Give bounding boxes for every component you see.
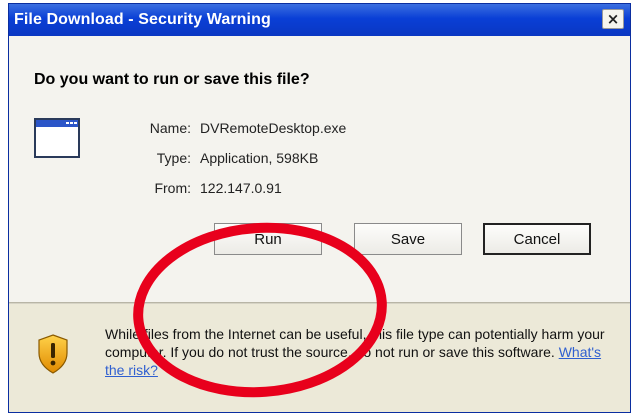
dialog-body: Do you want to run or save this file? Na…: [9, 36, 630, 302]
name-value: DVRemoteDesktop.exe: [200, 120, 347, 136]
shield-warning-icon: [38, 334, 68, 374]
run-button[interactable]: Run: [214, 223, 322, 255]
warning-area: While files from the Internet can be use…: [9, 304, 630, 412]
name-label: Name:: [149, 120, 191, 136]
warning-message: While files from the Internet can be use…: [105, 325, 615, 379]
dialog-title: File Download - Security Warning: [14, 11, 271, 28]
application-window-icon: [34, 118, 80, 158]
security-warning-dialog: File Download - Security Warning × Do yo…: [8, 3, 631, 413]
type-label: Type:: [156, 150, 191, 166]
type-value: Application, 598KB: [200, 150, 319, 166]
cancel-button[interactable]: Cancel: [483, 223, 591, 255]
title-bar[interactable]: File Download - Security Warning ×: [9, 4, 630, 37]
warning-text: While files from the Internet can be use…: [105, 326, 605, 360]
close-icon: ×: [606, 9, 620, 28]
from-label: From:: [154, 180, 191, 196]
dialog-question: Do you want to run or save this file?: [34, 71, 310, 88]
from-value: 122.147.0.91: [200, 180, 282, 196]
save-button[interactable]: Save: [354, 223, 462, 255]
close-button[interactable]: ×: [602, 9, 624, 29]
